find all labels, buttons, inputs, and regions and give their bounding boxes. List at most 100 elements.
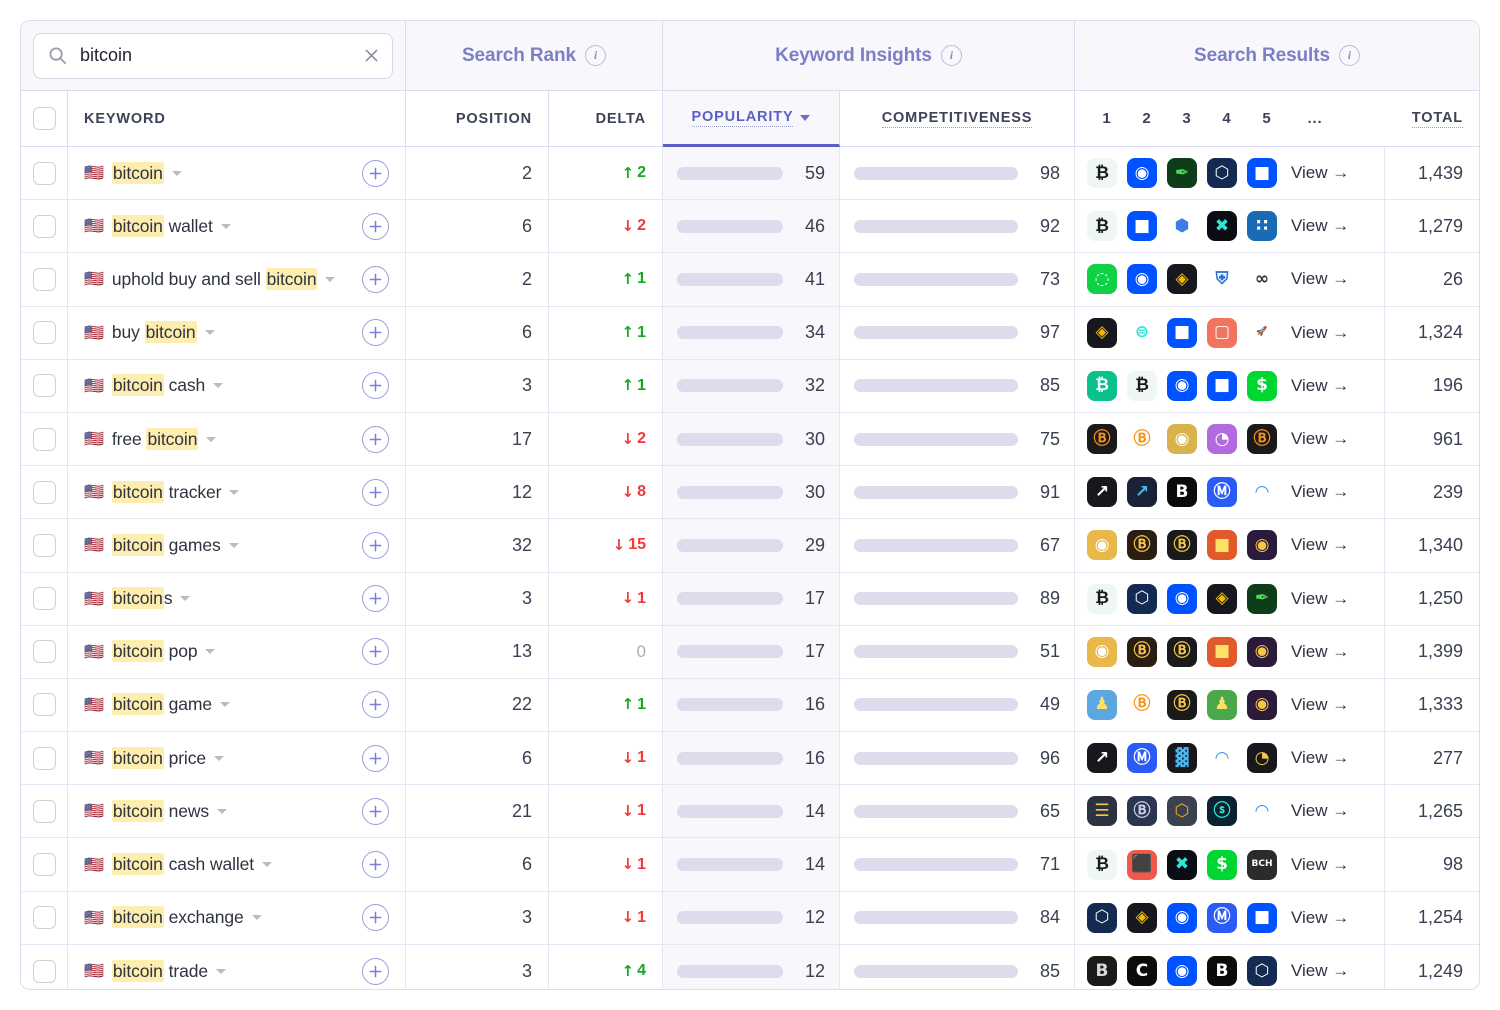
keyword-label[interactable]: bitcoin pop bbox=[111, 640, 198, 663]
keyword-label[interactable]: bitcoin trade bbox=[111, 959, 208, 982]
add-keyword-button[interactable] bbox=[362, 212, 389, 240]
row-checkbox[interactable] bbox=[32, 906, 56, 930]
row-checkbox[interactable] bbox=[32, 533, 56, 557]
bitcoin-cash-icon[interactable]: ₿ bbox=[1087, 370, 1117, 401]
search-input[interactable] bbox=[78, 44, 363, 67]
add-keyword-button[interactable] bbox=[362, 797, 389, 825]
blast-game-icon[interactable]: ■ bbox=[1207, 530, 1237, 561]
cloud-chart-icon[interactable]: ◠ bbox=[1247, 796, 1277, 827]
blockchain-icon[interactable]: ■ bbox=[1207, 370, 1237, 401]
exodus-icon[interactable]: ✖ bbox=[1207, 211, 1237, 242]
row-checkbox-cell[interactable] bbox=[21, 466, 68, 519]
info-icon[interactable]: i bbox=[585, 45, 606, 66]
info-icon[interactable]: i bbox=[1338, 45, 1360, 66]
rocket-icon[interactable]: 🚀 bbox=[1247, 317, 1277, 348]
coinbase-icon[interactable]: ◉ bbox=[1167, 902, 1197, 933]
keyword-label[interactable]: bitcoin bbox=[111, 161, 164, 184]
column-header-competitiveness[interactable]: COMPETITIVENESS bbox=[840, 91, 1075, 147]
chevron-down-icon[interactable] bbox=[213, 383, 224, 389]
row-checkbox-cell[interactable] bbox=[21, 519, 68, 572]
chevron-down-icon[interactable] bbox=[262, 862, 273, 868]
row-checkbox[interactable] bbox=[32, 853, 56, 877]
bitcoin-mint-icon[interactable]: ₿ bbox=[1087, 211, 1117, 242]
uphold-icon[interactable]: ◌ bbox=[1087, 264, 1117, 295]
bitcoin-chart-icon[interactable]: ↗ bbox=[1087, 477, 1117, 508]
select-all-checkbox[interactable] bbox=[32, 107, 56, 130]
view-link[interactable]: View → bbox=[1291, 801, 1349, 821]
bitcoin-ring-icon[interactable]: Ⓑ bbox=[1127, 424, 1157, 455]
binance-icon[interactable]: ◈ bbox=[1127, 902, 1157, 933]
keyword-label[interactable]: bitcoin wallet bbox=[111, 214, 213, 237]
keyword-label[interactable]: buy bitcoin bbox=[112, 321, 197, 344]
row-checkbox[interactable] bbox=[32, 746, 56, 770]
chevron-down-icon[interactable] bbox=[219, 702, 230, 708]
add-keyword-button[interactable] bbox=[362, 478, 389, 506]
cloud-chart-icon[interactable]: ◠ bbox=[1247, 477, 1277, 508]
chevron-down-icon[interactable] bbox=[205, 649, 216, 655]
column-header-total[interactable]: TOTAL bbox=[1385, 91, 1479, 147]
add-keyword-button[interactable] bbox=[362, 851, 389, 879]
coin-dark-icon[interactable]: ◉ bbox=[1247, 689, 1277, 720]
coin-game-icon[interactable]: Ⓑ bbox=[1127, 530, 1157, 561]
bitstamp-icon[interactable]: B bbox=[1087, 956, 1117, 987]
coinbase-icon[interactable]: ◉ bbox=[1167, 956, 1197, 987]
add-keyword-button[interactable] bbox=[362, 691, 389, 719]
close-icon[interactable] bbox=[363, 47, 380, 64]
coin-pile-icon[interactable]: ◉ bbox=[1087, 636, 1117, 667]
view-link[interactable]: View → bbox=[1291, 961, 1349, 981]
row-checkbox[interactable] bbox=[32, 587, 56, 611]
coin-pile-icon[interactable]: ◉ bbox=[1167, 424, 1197, 455]
coinmarketcap-icon[interactable]: Ⓜ bbox=[1207, 902, 1237, 933]
circles-icon[interactable]: ∞ bbox=[1247, 264, 1277, 295]
row-checkbox[interactable] bbox=[32, 161, 56, 185]
view-link[interactable]: View → bbox=[1291, 482, 1349, 502]
row-checkbox-cell[interactable] bbox=[21, 732, 68, 785]
coinbase-icon[interactable]: ◉ bbox=[1167, 370, 1197, 401]
bitcoin-mint-icon[interactable]: ₿ bbox=[1087, 849, 1117, 880]
chevron-down-icon[interactable] bbox=[206, 436, 217, 442]
keyword-label[interactable]: bitcoin game bbox=[111, 693, 212, 716]
cashapp-icon[interactable]: $ bbox=[1207, 849, 1237, 880]
chevron-down-icon[interactable] bbox=[220, 223, 231, 229]
bitcoin-ring-icon[interactable]: Ⓑ bbox=[1127, 689, 1157, 720]
quidd-icon[interactable]: ◔ bbox=[1207, 424, 1237, 455]
keyword-label[interactable]: bitcoin cash bbox=[111, 374, 205, 397]
row-checkbox-cell[interactable] bbox=[21, 838, 68, 891]
row-checkbox[interactable] bbox=[32, 267, 56, 291]
robinhood-icon[interactable]: ✒ bbox=[1247, 583, 1277, 614]
bitcoin-coin-icon[interactable]: Ⓑ bbox=[1247, 424, 1277, 455]
add-keyword-button[interactable] bbox=[362, 372, 389, 400]
row-checkbox[interactable] bbox=[32, 959, 56, 983]
exodus-icon[interactable]: ✖ bbox=[1167, 849, 1197, 880]
crypto-com-icon[interactable]: ⬡ bbox=[1127, 583, 1157, 614]
view-link[interactable]: View → bbox=[1291, 429, 1349, 449]
shield-icon[interactable]: ⛨ bbox=[1207, 264, 1237, 295]
keyword-label[interactable]: bitcoin exchange bbox=[111, 906, 244, 929]
crypto-com-icon[interactable]: ⬡ bbox=[1207, 158, 1237, 189]
keyword-label[interactable]: bitcoin tracker bbox=[111, 480, 221, 503]
blockchain-icon[interactable]: ■ bbox=[1247, 902, 1277, 933]
chevron-down-icon[interactable] bbox=[180, 596, 191, 602]
coin-news-icon[interactable]: ⬡ bbox=[1167, 796, 1197, 827]
cash-game-icon[interactable]: ♟ bbox=[1207, 689, 1237, 720]
add-keyword-button[interactable] bbox=[362, 531, 389, 559]
row-checkbox-cell[interactable] bbox=[21, 306, 68, 359]
blockchain-icon[interactable]: ■ bbox=[1247, 158, 1277, 189]
cashapp-icon[interactable]: $ bbox=[1247, 370, 1277, 401]
chevron-down-icon[interactable] bbox=[325, 276, 336, 282]
bitpay-icon[interactable]: ∷ bbox=[1247, 211, 1277, 242]
view-link[interactable]: View → bbox=[1291, 163, 1349, 183]
candlestick-icon[interactable]: ▓ bbox=[1167, 743, 1197, 774]
view-link[interactable]: View → bbox=[1291, 269, 1349, 289]
column-header-keyword[interactable]: KEYWORD bbox=[68, 91, 406, 147]
view-link[interactable]: View → bbox=[1291, 908, 1349, 928]
coinmarketcap-icon[interactable]: Ⓜ bbox=[1207, 477, 1237, 508]
bitcoin-chart-icon[interactable]: ↗ bbox=[1087, 743, 1117, 774]
bitcoin-mint-icon[interactable]: ₿ bbox=[1087, 583, 1117, 614]
row-checkbox[interactable] bbox=[32, 799, 56, 823]
keyword-label[interactable]: bitcoin price bbox=[111, 746, 206, 769]
coin-dark-icon[interactable]: ◉ bbox=[1247, 636, 1277, 667]
row-checkbox-cell[interactable] bbox=[21, 412, 68, 466]
coinbase-icon[interactable]: ◉ bbox=[1127, 158, 1157, 189]
view-link[interactable]: View → bbox=[1291, 376, 1349, 396]
